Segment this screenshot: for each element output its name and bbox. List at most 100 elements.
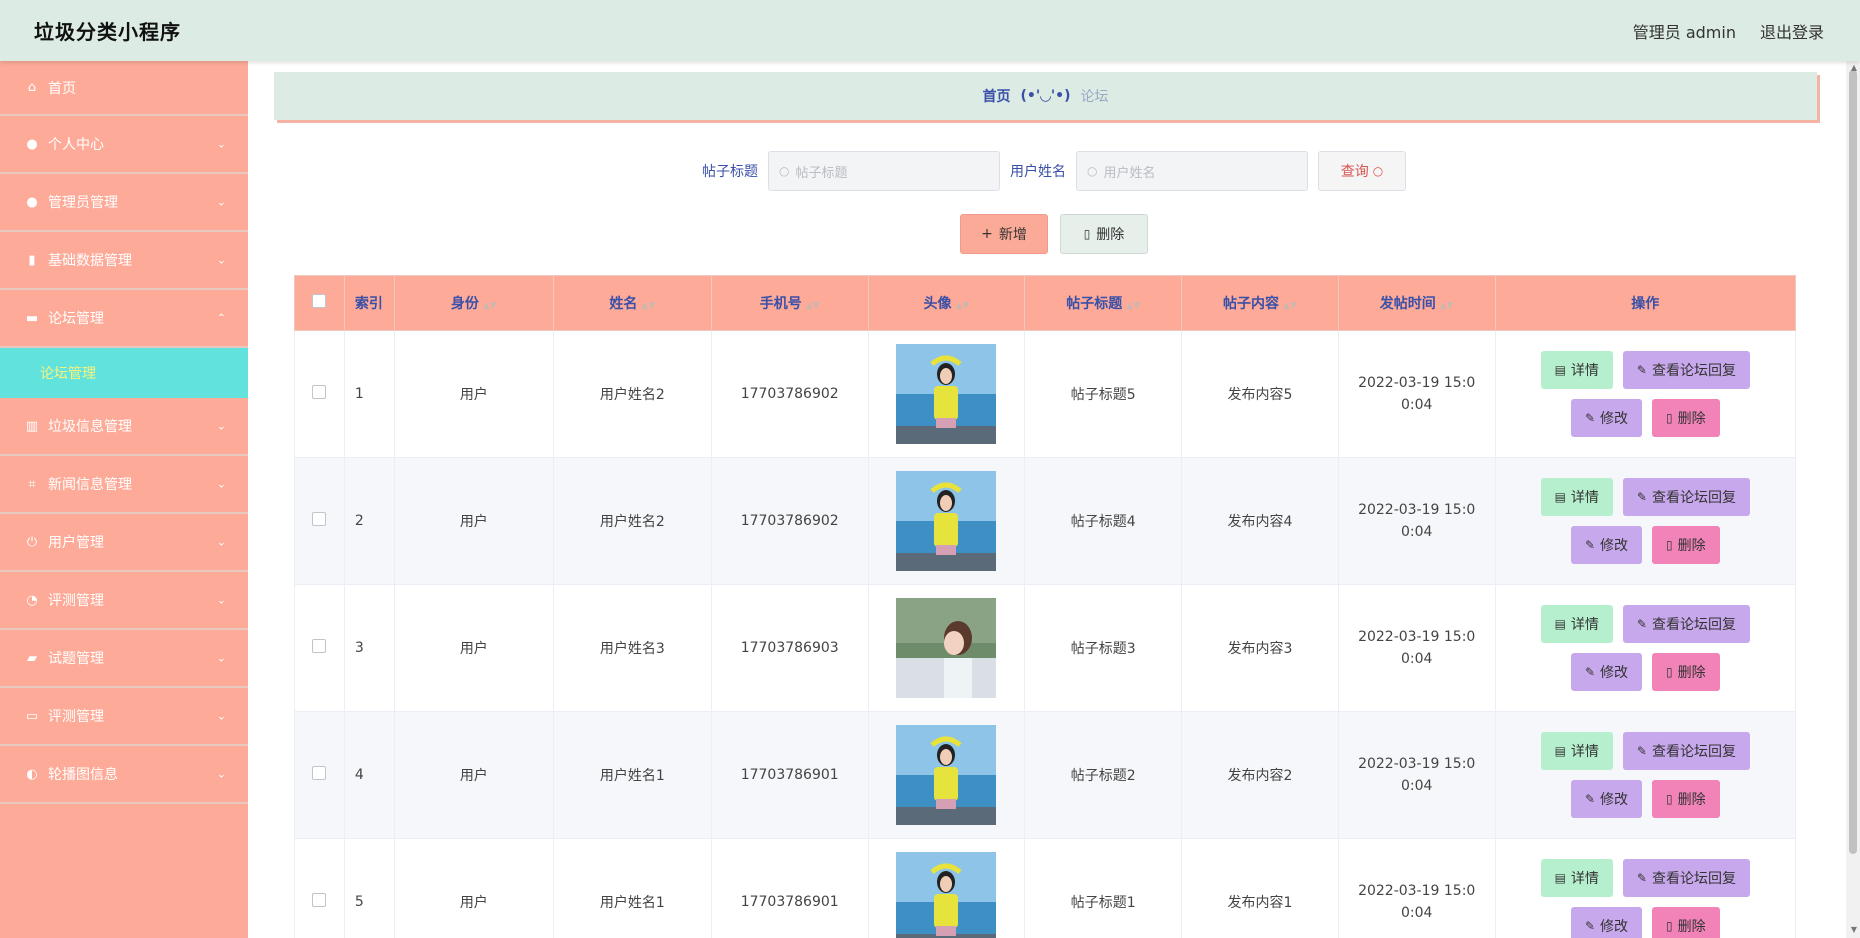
cell-avatar	[867, 584, 1026, 712]
edit-button[interactable]: ✎ 修改	[1570, 907, 1642, 938]
sidebar-item-label: 轮播图信息	[48, 767, 118, 783]
sort-icon[interactable]: ▲▼	[1440, 301, 1454, 311]
view-replies-button[interactable]: ✎ 查看论坛回复	[1622, 859, 1750, 897]
sidebar-item[interactable]: ● 个人中心 ⌄	[0, 116, 248, 174]
sort-icon[interactable]: ▲▼	[1283, 301, 1297, 311]
cell-name: 用户姓名1	[552, 711, 712, 839]
edit-button[interactable]: ✎ 修改	[1570, 399, 1642, 437]
cell-index: 5	[343, 838, 395, 938]
col-header[interactable]: 头像 ▲▼	[867, 275, 1026, 331]
delete-row-button[interactable]: ▯ 删除	[1652, 526, 1720, 564]
cell-index: 4	[343, 711, 395, 839]
delete-row-button[interactable]: ▯ 删除	[1652, 780, 1720, 818]
view-replies-button[interactable]: ✎ 查看论坛回复	[1622, 605, 1750, 643]
avatar-image	[896, 598, 997, 698]
logout-link[interactable]: 退出登录	[1760, 19, 1824, 43]
sort-icon[interactable]: ▲▼	[956, 301, 970, 311]
col-header[interactable]: 帖子标题 ▲▼	[1024, 275, 1183, 331]
cell-name: 用户姓名2	[552, 330, 712, 458]
row-checkbox[interactable]	[312, 512, 327, 526]
breadcrumb-home[interactable]: 首页	[982, 86, 1010, 106]
sidebar-item[interactable]: ▮ 基础数据管理 ⌄	[0, 232, 248, 290]
edit-icon: ✎	[1636, 363, 1647, 377]
view-replies-button[interactable]: ✎ 查看论坛回复	[1622, 732, 1750, 770]
sidebar-item[interactable]: ⌂ 首页	[0, 61, 248, 116]
avatar-image	[896, 852, 997, 938]
breadcrumb-separator: (•'◡'•)	[1020, 88, 1071, 104]
cell-content: 发布内容1	[1181, 838, 1339, 938]
query-button[interactable]: 查询 ○	[1318, 151, 1406, 191]
cell-time: 2022-03-19 15:00:04	[1337, 584, 1496, 712]
header-user-area: 管理员 admin 退出登录	[1633, 19, 1824, 43]
detail-button[interactable]: ▤ 详情	[1540, 351, 1613, 389]
name-search-input[interactable]: ○ 用户姓名	[1076, 151, 1308, 191]
current-user-label[interactable]: 管理员 admin	[1633, 19, 1736, 43]
sidebar-item[interactable]: ◐ 轮播图信息 ⌄	[0, 746, 248, 804]
view-replies-button[interactable]: ✎ 查看论坛回复	[1622, 351, 1750, 389]
sidebar-item-label: 个人中心	[48, 137, 104, 153]
sidebar-item[interactable]: ▰ 试题管理 ⌄	[0, 630, 248, 688]
scroll-up-arrow-icon[interactable]: ▲	[1851, 63, 1857, 72]
chat-icon: ▬	[25, 310, 39, 326]
add-button[interactable]: + 新增	[960, 214, 1048, 254]
cell-identity: 用户	[393, 330, 554, 458]
row-checkbox[interactable]	[312, 893, 327, 907]
row-select-cell	[294, 711, 345, 839]
table-row: 5 用户 用户姓名1 17703786901 帖子标题1 发布内容1 2022-03-19 …	[294, 838, 1797, 938]
edit-button[interactable]: ✎ 修改	[1570, 780, 1642, 818]
submenu-item-forum[interactable]: 论坛管理	[0, 348, 248, 398]
delete-row-button[interactable]: ▯ 删除	[1652, 399, 1720, 437]
sidebar-item[interactable]: ⏻ 用户管理 ⌄	[0, 514, 248, 572]
cell-ops: ▤ 详情 ✎ 查看论坛回复 ✎ 修改 ▯ 删除	[1494, 711, 1797, 839]
cell-time: 2022-03-19 15:00:04	[1337, 838, 1496, 938]
edit-button[interactable]: ✎ 修改	[1570, 653, 1642, 691]
col-header[interactable]: 帖子内容 ▲▼	[1181, 275, 1339, 331]
search-icon: ○	[1372, 164, 1384, 178]
detail-button[interactable]: ▤ 详情	[1540, 859, 1613, 897]
select-all-checkbox[interactable]	[312, 294, 327, 308]
batch-delete-button[interactable]: ▯ 删除	[1060, 214, 1148, 254]
sort-icon[interactable]: ▲▼	[641, 301, 655, 311]
sidebar: ⌂ 首页 ● 个人中心 ⌄ ● 管理员管理 ⌄ ▮ 基础数据管理 ⌄ ▬ 论坛管理 ⌃ 论坛管理 ▥ 垃圾信息管…	[0, 61, 248, 938]
sidebar-item[interactable]: ⌗ 新闻信息管理 ⌄	[0, 456, 248, 514]
cell-title: 帖子标题2	[1024, 711, 1183, 839]
app-title: 垃圾分类小程序	[34, 20, 181, 44]
delete-row-button[interactable]: ▯ 删除	[1652, 907, 1720, 938]
detail-button[interactable]: ▤ 详情	[1540, 605, 1613, 643]
row-checkbox[interactable]	[312, 385, 327, 399]
title-search-input[interactable]: ○ 帖子标题	[768, 151, 1000, 191]
sidebar-item[interactable]: ● 管理员管理 ⌄	[0, 174, 248, 232]
cell-name: 用户姓名2	[552, 457, 712, 585]
row-checkbox[interactable]	[312, 639, 327, 653]
sort-icon[interactable]: ▲▼	[1126, 301, 1140, 311]
sort-icon[interactable]: ▲▼	[806, 301, 820, 311]
view-replies-button[interactable]: ✎ 查看论坛回复	[1622, 478, 1750, 516]
col-header[interactable]: 身份 ▲▼	[393, 275, 554, 331]
cell-name: 用户姓名3	[552, 584, 712, 712]
edit-button[interactable]: ✎ 修改	[1570, 526, 1642, 564]
sidebar-item-label: 评测管理	[48, 593, 104, 609]
document-icon: ▤	[1554, 744, 1566, 758]
document-icon: ▤	[1554, 617, 1566, 631]
delete-row-button[interactable]: ▯ 删除	[1652, 653, 1720, 691]
sidebar-item[interactable]: ▬ 论坛管理 ⌃	[0, 290, 248, 348]
detail-button[interactable]: ▤ 详情	[1540, 732, 1613, 770]
col-header[interactable]: 发帖时间 ▲▼	[1337, 275, 1496, 331]
detail-button[interactable]: ▤ 详情	[1540, 478, 1613, 516]
chevron-down-icon: ⌄	[216, 709, 226, 723]
chevron-down-icon: ⌄	[216, 767, 226, 781]
col-header[interactable]: 姓名 ▲▼	[552, 275, 712, 331]
sort-icon[interactable]: ▲▼	[483, 301, 497, 311]
scrollbar-thumb[interactable]	[1849, 70, 1857, 854]
cell-identity: 用户	[393, 584, 554, 712]
sidebar-item[interactable]: ▭ 评测管理 ⌄	[0, 688, 248, 746]
sidebar-item-label: 新闻信息管理	[48, 477, 132, 493]
sidebar-item[interactable]: ◔ 评测管理 ⌄	[0, 572, 248, 630]
col-header[interactable]: 手机号 ▲▼	[710, 275, 869, 331]
document-icon: ▤	[1554, 490, 1566, 504]
sidebar-item[interactable]: ▥ 垃圾信息管理 ⌄	[0, 398, 248, 456]
scroll-down-arrow-icon[interactable]: ▼	[1851, 925, 1857, 934]
row-checkbox[interactable]	[312, 766, 327, 780]
row-select-cell	[294, 330, 345, 458]
cell-phone: 17703786901	[710, 711, 869, 839]
